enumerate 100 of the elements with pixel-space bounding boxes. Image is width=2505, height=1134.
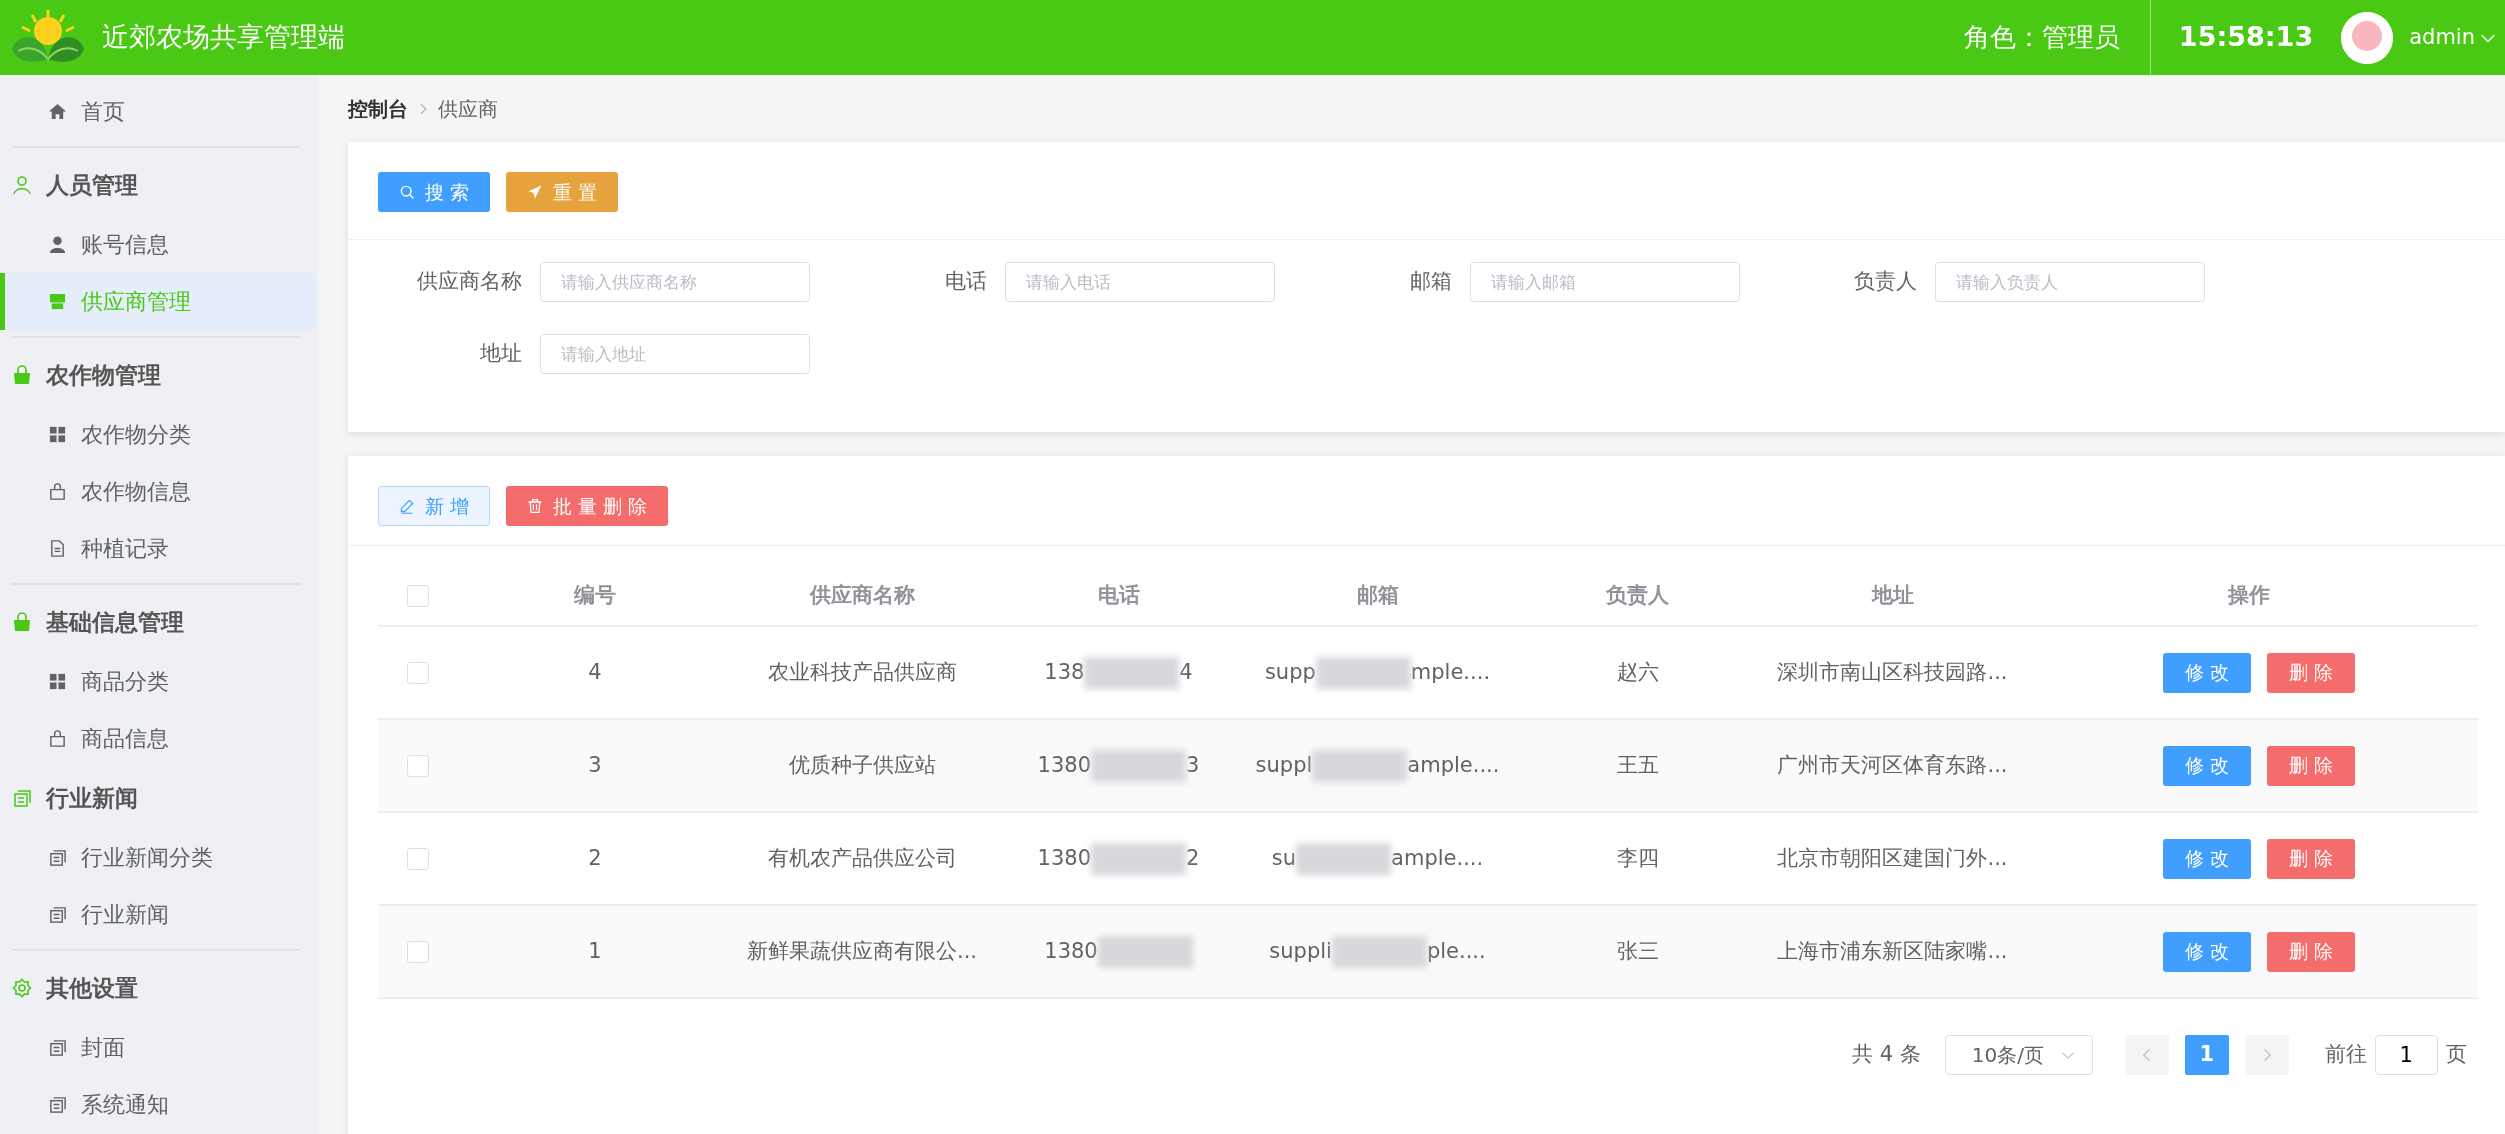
menu-group-title[interactable]: 其他设置	[46, 970, 138, 1006]
column-header: 电话	[1097, 582, 1140, 607]
breadcrumb-item[interactable]: 控制台	[348, 93, 408, 124]
table-cell: 1380	[1044, 938, 1098, 963]
edit-button[interactable]: 修 改	[2163, 931, 2251, 972]
table-cell: suppl	[1255, 752, 1313, 777]
menu-item[interactable]: 农作物信息	[0, 463, 318, 520]
bag-icon	[12, 365, 32, 385]
column-header: 负责人	[1606, 582, 1669, 607]
app-title: 近郊农场共享管理端	[102, 20, 345, 55]
menu-item[interactable]: 种植记录	[0, 520, 318, 577]
table-cell: 2	[588, 845, 602, 870]
delete-button[interactable]: 删 除	[2267, 652, 2355, 693]
total-count: 共 4 条	[1852, 1041, 1921, 1069]
menu-item[interactable]: 系统通知	[0, 1076, 318, 1133]
bag-icon	[12, 612, 32, 632]
clock-time: 15:58:13	[2177, 20, 2315, 55]
column-header: 地址	[1871, 582, 1914, 607]
table-cell: 上海市浦东新区陆家嘴...	[1777, 938, 2008, 963]
table-cell: 3	[1186, 752, 1200, 777]
field-label: 供应商名称	[416, 268, 523, 296]
column-header: 编号	[574, 582, 616, 607]
table-cell: 4	[588, 659, 602, 684]
edit-button[interactable]: 修 改	[2163, 745, 2251, 786]
search-icon	[399, 184, 415, 200]
menu-item[interactable]: 首页	[0, 83, 318, 140]
input-field[interactable]: 请输入电话	[1005, 262, 1275, 302]
table-cell: 北京市朝阳区建国门外...	[1777, 845, 2008, 870]
table-cell: 2	[1186, 845, 1200, 870]
search-button[interactable]: 搜 索	[378, 172, 491, 212]
table-cell: ample....	[1407, 752, 1500, 777]
copy-icon	[48, 848, 67, 867]
table-cell: 农业科技产品供应商	[767, 659, 957, 684]
page-suffix: 页	[2445, 1041, 2467, 1069]
bag-outline-icon	[48, 482, 67, 501]
menu-group-title[interactable]: 农作物管理	[46, 357, 161, 393]
delete-button[interactable]: 删 除	[2267, 931, 2355, 972]
delete-button[interactable]: 删 除	[2267, 745, 2355, 786]
copy-icon	[48, 905, 67, 924]
row-checkbox[interactable]	[407, 847, 429, 870]
table-cell: 优质种子供应站	[788, 752, 936, 777]
row-checkbox[interactable]	[407, 661, 429, 684]
send-icon	[527, 184, 544, 200]
field-label: 地址	[479, 340, 523, 368]
table-cell: 4	[1179, 659, 1193, 684]
menu-item[interactable]: 行业新闻分类	[0, 829, 318, 886]
breadcrumb-item: 供应商	[438, 95, 498, 123]
page-size-select[interactable]: 10条/页	[1944, 1035, 2093, 1075]
copy-icon	[12, 788, 32, 808]
menu-item[interactable]: 农作物分类	[0, 406, 318, 463]
input-field[interactable]: 请输入地址	[540, 334, 810, 374]
avatar[interactable]	[2341, 11, 2394, 64]
table-cell: 有机农产品供应公司	[767, 845, 957, 870]
table-cell: 1380	[1037, 845, 1092, 870]
table-cell: 深圳市南山区科技园路...	[1777, 659, 2008, 684]
menu-group-title[interactable]: 人员管理	[46, 167, 138, 203]
previous-page-button[interactable]	[2124, 1035, 2169, 1075]
table-cell: 王五	[1616, 752, 1659, 777]
menu-item[interactable]: 商品分类	[0, 653, 318, 710]
table-cell: 1380	[1037, 752, 1092, 777]
bag-outline-icon	[48, 729, 67, 748]
home-icon	[48, 102, 67, 121]
menu-item[interactable]: 商品信息	[0, 710, 318, 767]
table-cell: ple....	[1426, 938, 1486, 963]
table-cell: 李四	[1616, 845, 1659, 870]
page-input[interactable]: 1	[2374, 1035, 2438, 1075]
select-all-checkbox[interactable]	[407, 584, 429, 607]
batch-delete-button[interactable]: 批 量 删 除	[506, 486, 669, 526]
input-field[interactable]: 请输入供应商名称	[540, 262, 810, 302]
field-label: 邮箱	[1409, 268, 1453, 296]
goto-label: 前往	[2324, 1041, 2367, 1069]
table-cell: 3	[588, 752, 602, 777]
field-label: 电话	[944, 268, 988, 296]
table-cell: 138	[1044, 659, 1085, 684]
delete-button[interactable]: 删 除	[2267, 838, 2355, 879]
menu-item[interactable]: 行业新闻	[0, 886, 318, 943]
edit-button[interactable]: 修 改	[2163, 652, 2251, 693]
copy-icon	[48, 1095, 67, 1114]
table-cell: 张三	[1616, 938, 1659, 963]
page-number[interactable]: 1	[2184, 1035, 2229, 1075]
menu-item[interactable]: 封面	[0, 1019, 318, 1076]
trash-icon	[527, 498, 544, 514]
column-header: 邮箱	[1356, 582, 1399, 607]
row-checkbox[interactable]	[407, 754, 429, 777]
next-page-button[interactable]	[2244, 1035, 2289, 1075]
menu-group-title[interactable]: 基础信息管理	[46, 604, 184, 640]
row-checkbox[interactable]	[407, 940, 429, 963]
input-field[interactable]: 请输入负责人	[1935, 262, 2205, 302]
menu-group-title[interactable]: 行业新闻	[46, 780, 138, 816]
input-field[interactable]: 请输入邮箱	[1470, 262, 1740, 302]
table-cell: suppli	[1269, 938, 1332, 963]
document-icon	[48, 539, 67, 558]
field-label: 负责人	[1853, 268, 1918, 296]
edit-button[interactable]: 修 改	[2163, 838, 2251, 879]
table-cell: mple....	[1410, 659, 1491, 684]
role-label: 角色：管理员	[1962, 21, 2121, 54]
grid-icon	[48, 425, 67, 444]
table-cell: 新鲜果蔬供应商有限公...	[747, 938, 977, 963]
menu-item[interactable]: 账号信息	[0, 216, 318, 273]
table-cell: supp	[1264, 659, 1316, 684]
